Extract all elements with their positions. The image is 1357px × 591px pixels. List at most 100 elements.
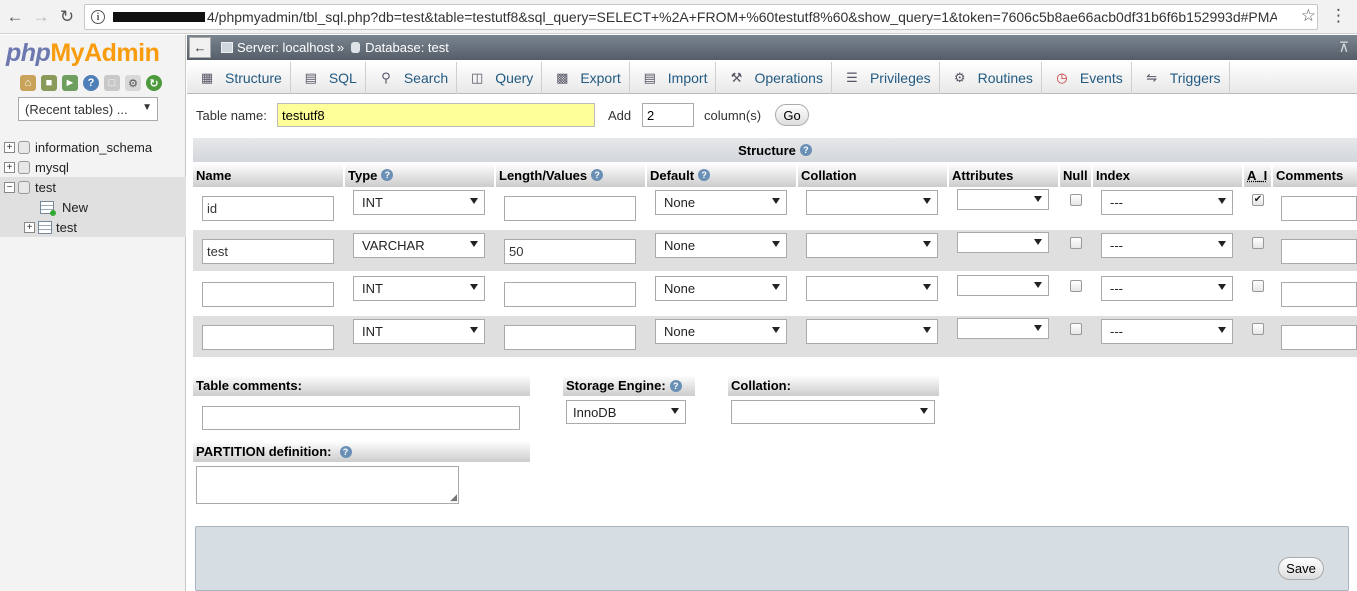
column-type-select[interactable]: VARCHAR (353, 233, 485, 258)
recent-tables-select[interactable]: (Recent tables) ... ▼ (18, 97, 158, 121)
collapse-navigation-icon[interactable]: ← (189, 37, 211, 58)
browser-menu-icon[interactable]: ⋮ (1330, 7, 1347, 24)
logout-icon[interactable]: ■ (41, 75, 57, 91)
column-attributes-select[interactable] (957, 232, 1049, 253)
column-collation-select[interactable] (806, 276, 938, 301)
partition-definition-textarea[interactable]: ◢ (196, 466, 459, 504)
save-button[interactable]: Save (1278, 557, 1324, 580)
help-icon[interactable]: ? (83, 75, 99, 91)
address-bar[interactable]: i 4/phpmyadmin/tbl_sql.php?db=test&table… (84, 4, 1318, 30)
column-ai-checkbox[interactable]: ✔ (1252, 194, 1264, 206)
column-attributes-select[interactable] (957, 275, 1049, 296)
add-columns-count-input[interactable] (642, 103, 694, 127)
column-length-input[interactable]: 50 (504, 239, 636, 264)
breadcrumb-database[interactable]: Database: test (365, 40, 449, 55)
help-icon[interactable]: ? (669, 379, 682, 392)
help-icon[interactable]: ? (339, 445, 352, 458)
column-name-input[interactable] (202, 325, 334, 350)
column-null-checkbox[interactable] (1070, 194, 1082, 206)
info-icon[interactable]: i (91, 10, 105, 24)
column-comments-input[interactable] (1281, 196, 1357, 221)
phpmyadmin-logo[interactable]: phpMyAdmin (6, 39, 160, 68)
tab-search[interactable]: ⚲ Search (366, 62, 458, 94)
help-icon[interactable]: ? (698, 169, 711, 181)
column-default-select[interactable]: None (655, 276, 787, 301)
column-type-select[interactable]: INT (353, 319, 485, 344)
table-comments-header: Table comments: (193, 375, 530, 396)
column-ai-checkbox[interactable] (1252, 280, 1264, 292)
tab-operations[interactable]: ⚒ Operations (716, 62, 832, 94)
column-ai-checkbox[interactable] (1252, 237, 1264, 249)
expand-icon[interactable]: + (4, 141, 15, 153)
table-comments-input[interactable] (202, 406, 520, 430)
column-default-select[interactable]: None (655, 190, 787, 215)
column-null-checkbox[interactable] (1070, 280, 1082, 292)
tab-import[interactable]: ▤ Import (630, 62, 717, 94)
back-icon[interactable]: ← (4, 6, 26, 28)
column-attributes-select[interactable] (957, 318, 1049, 339)
chevron-down-icon (923, 241, 931, 247)
tab-privileges[interactable]: ☰ Privileges (832, 62, 940, 94)
reload-icon[interactable]: ↻ (56, 6, 78, 28)
column-null-checkbox[interactable] (1070, 323, 1082, 335)
column-index-select[interactable]: --- (1101, 276, 1233, 301)
column-type-select[interactable]: INT (353, 190, 485, 215)
column-default-select[interactable]: None (655, 233, 787, 258)
database-icon (18, 160, 30, 174)
column-comments-input[interactable] (1281, 239, 1357, 264)
column-attributes-select[interactable] (957, 189, 1049, 210)
tree-item-information-schema[interactable]: + information_schema (0, 137, 186, 157)
table-collation-select[interactable] (731, 400, 935, 424)
collapse-icon[interactable]: − (4, 181, 15, 193)
resize-handle-icon[interactable]: ◢ (450, 493, 457, 502)
url-text[interactable]: 4/phpmyadmin/tbl_sql.php?db=test&table=t… (207, 9, 1277, 25)
column-name-input[interactable]: id (202, 196, 334, 221)
help-icon[interactable]: ? (799, 144, 812, 156)
expand-icon[interactable]: + (24, 221, 35, 233)
home-icon[interactable]: ⌂ (20, 75, 36, 91)
tab-events[interactable]: ◷ Events (1042, 62, 1132, 94)
chevron-down-icon (470, 241, 478, 247)
scroll-to-top-icon[interactable]: ⊼ (1339, 39, 1349, 56)
column-null-checkbox[interactable] (1070, 237, 1082, 249)
column-length-input[interactable] (504, 196, 636, 221)
tree-item-test[interactable]: − test (0, 177, 186, 197)
docs-icon[interactable]: □ (104, 75, 120, 91)
column-collation-select[interactable] (806, 319, 938, 344)
column-collation-select[interactable] (806, 233, 938, 258)
column-type-select[interactable]: INT (353, 276, 485, 301)
settings-icon[interactable]: ⚙ (125, 75, 141, 91)
column-index-select[interactable]: --- (1101, 233, 1233, 258)
column-collation-select[interactable] (806, 190, 938, 215)
column-name-input[interactable] (202, 282, 334, 307)
breadcrumb-server[interactable]: Server: localhost (237, 40, 334, 55)
table-name-input[interactable] (277, 103, 595, 127)
sql-query-window-icon[interactable]: ► (62, 75, 78, 91)
tab-structure[interactable]: ▦ Structure (187, 62, 291, 94)
column-default-select[interactable]: None (655, 319, 787, 344)
column-comments-input[interactable] (1281, 282, 1357, 307)
column-name-input[interactable]: test (202, 239, 334, 264)
column-length-input[interactable] (504, 282, 636, 307)
forward-icon[interactable]: → (30, 6, 52, 28)
column-index-select[interactable]: --- (1101, 319, 1233, 344)
tab-export[interactable]: ▩ Export (542, 62, 630, 94)
refresh-icon[interactable]: ↻ (146, 75, 162, 91)
tree-item-table-test[interactable]: + test (0, 217, 186, 237)
tab-query[interactable]: ◫ Query (457, 62, 543, 94)
column-length-input[interactable] (504, 325, 636, 350)
tab-routines[interactable]: ⚙ Routines (940, 62, 1042, 94)
column-index-select[interactable]: --- (1101, 190, 1233, 215)
help-icon[interactable]: ? (381, 169, 394, 181)
tree-item-mysql[interactable]: + mysql (0, 157, 186, 177)
tab-sql[interactable]: ▤ SQL (291, 62, 366, 94)
tab-triggers[interactable]: ⇋ Triggers (1132, 62, 1230, 94)
help-icon[interactable]: ? (591, 169, 604, 181)
tree-item-new-table[interactable]: New (0, 197, 186, 217)
go-button[interactable]: Go (775, 104, 809, 126)
bookmark-star-icon[interactable]: ☆ (1301, 6, 1316, 26)
expand-icon[interactable]: + (4, 161, 15, 173)
column-comments-input[interactable] (1281, 325, 1357, 350)
column-ai-checkbox[interactable] (1252, 323, 1264, 335)
storage-engine-select[interactable]: InnoDB (566, 400, 686, 424)
